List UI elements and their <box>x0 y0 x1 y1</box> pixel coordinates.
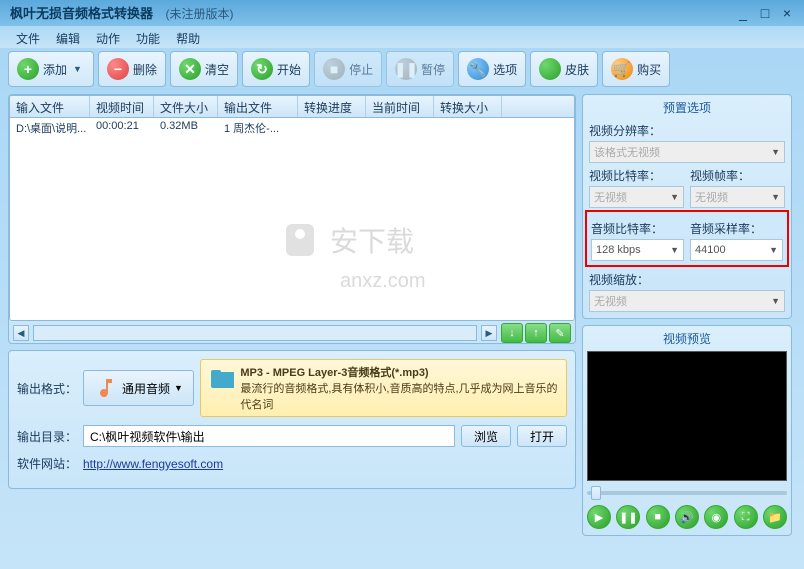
pause-play-button[interactable]: ❚❚ <box>616 505 640 529</box>
stop-button[interactable]: ■ 停止 <box>314 51 382 87</box>
th-progress[interactable]: 转换进度 <box>298 96 366 117</box>
volume-button[interactable]: 🔊 <box>675 505 699 529</box>
folder-button[interactable]: 📁 <box>763 505 787 529</box>
preset-title: 预置选项 <box>589 97 785 118</box>
output-format-button[interactable]: 通用音频 ▼ <box>83 370 194 406</box>
edit-button[interactable]: ✎ <box>549 323 571 343</box>
folder-icon <box>209 364 234 392</box>
table-row[interactable]: D:\桌面\说明... 00:00:21 0.32MB 1 周杰伦-... <box>10 118 574 136</box>
th-convsize[interactable]: 转换大小 <box>434 96 502 117</box>
menu-function[interactable]: 功能 <box>130 28 166 46</box>
video-res-label: 视频分辨率： <box>589 122 785 139</box>
th-size[interactable]: 文件大小 <box>154 96 218 117</box>
scroll-left-button[interactable]: ◀ <box>13 325 29 341</box>
output-dir-input[interactable] <box>83 425 455 447</box>
start-button[interactable]: ↻ 开始 <box>242 51 310 87</box>
skin-button[interactable]: 皮肤 <box>530 51 598 87</box>
audio-bitrate-label: 音频比特率： <box>591 220 684 237</box>
pause-button[interactable]: ❚❚ 暂停 <box>386 51 454 87</box>
chevron-down-icon: ▼ <box>771 296 780 306</box>
audio-sample-select[interactable]: 44100▼ <box>690 239 783 261</box>
browse-button[interactable]: 浏览 <box>461 425 511 447</box>
video-fps-select[interactable]: 无视频▼ <box>690 186 785 208</box>
cart-icon: 🛒 <box>611 58 633 80</box>
th-time[interactable]: 视频时间 <box>90 96 154 117</box>
minimize-button[interactable]: _ <box>736 6 750 20</box>
title-bar: 枫叶无损音频格式转换器 (未注册版本) _ □ × <box>0 0 804 26</box>
minus-icon: − <box>107 58 129 80</box>
snapshot-button[interactable]: ◉ <box>704 505 728 529</box>
video-bitrate-label: 视频比特率： <box>589 167 684 184</box>
menu-action[interactable]: 动作 <box>90 28 126 46</box>
scroll-right-button[interactable]: ▶ <box>481 325 497 341</box>
plus-icon: + <box>17 58 39 80</box>
app-title: 枫叶无损音频格式转换器 <box>10 6 153 21</box>
chevron-down-icon: ▼ <box>174 383 183 393</box>
options-button[interactable]: 🔧 选项 <box>458 51 526 87</box>
menu-bar: 文件 编辑 动作 功能 帮助 <box>0 26 804 48</box>
video-fps-label: 视频帧率： <box>690 167 785 184</box>
preview-title: 视频预览 <box>587 328 787 349</box>
pause-icon: ❚❚ <box>395 58 417 80</box>
clear-icon: ✕ <box>179 58 201 80</box>
wrench-icon: 🔧 <box>467 58 489 80</box>
chevron-down-icon: ▼ <box>670 192 679 202</box>
music-note-icon <box>94 376 118 400</box>
add-button[interactable]: + 添加 ▼ <box>8 51 94 87</box>
apple-icon <box>539 58 561 80</box>
toolbar: + 添加 ▼ − 删除 ✕ 清空 ↻ 开始 ■ 停止 ❚❚ 暂停 🔧 选项 <box>0 48 804 90</box>
scroll-track[interactable] <box>33 325 477 341</box>
video-zoom-label: 视频缩放： <box>589 271 785 288</box>
video-res-select[interactable]: 该格式无视频▼ <box>589 141 785 163</box>
output-panel: 输出格式： 通用音频 ▼ MP3 - MPEG Layer-3音频格式(*.mp… <box>8 350 576 489</box>
move-up-button[interactable]: ↑ <box>525 323 547 343</box>
close-button[interactable]: × <box>780 6 794 20</box>
video-zoom-select[interactable]: 无视频▼ <box>589 290 785 312</box>
move-down-button[interactable]: ↓ <box>501 323 523 343</box>
audio-bitrate-select[interactable]: 128 kbps▼ <box>591 239 684 261</box>
open-button[interactable]: 打开 <box>517 425 567 447</box>
menu-file[interactable]: 文件 <box>10 28 46 46</box>
maximize-button[interactable]: □ <box>758 6 772 20</box>
video-bitrate-select[interactable]: 无视频▼ <box>589 186 684 208</box>
chevron-down-icon: ▼ <box>771 192 780 202</box>
fullscreen-button[interactable]: ⛶ <box>734 505 758 529</box>
file-table: 输入文件 视频时间 文件大小 输出文件 转换进度 当前时间 转换大小 D:\桌面… <box>9 95 575 321</box>
format-description: MP3 - MPEG Layer-3音频格式(*.mp3) 最流行的音频格式,具… <box>200 359 567 417</box>
chevron-down-icon[interactable]: ▼ <box>73 64 85 74</box>
preset-panel: 预置选项 视频分辨率： 该格式无视频▼ 视频比特率： 无视频▼ <box>582 94 792 319</box>
site-label: 软件网站： <box>17 455 77 472</box>
preview-panel: 视频预览 ▶ ❚❚ ■ 🔊 ◉ ⛶ 📁 <box>582 325 792 536</box>
th-input[interactable]: 输入文件 <box>10 96 90 117</box>
th-curtime[interactable]: 当前时间 <box>366 96 434 117</box>
refresh-icon: ↻ <box>251 58 273 80</box>
chevron-down-icon: ▼ <box>769 245 778 255</box>
slider-thumb[interactable] <box>591 486 601 500</box>
chevron-down-icon: ▼ <box>670 245 679 255</box>
menu-edit[interactable]: 编辑 <box>50 28 86 46</box>
buy-button[interactable]: 🛒 购买 <box>602 51 670 87</box>
site-link[interactable]: http://www.fengyesoft.com <box>83 457 223 471</box>
video-preview <box>587 351 787 481</box>
delete-button[interactable]: − 删除 <box>98 51 166 87</box>
play-button[interactable]: ▶ <box>587 505 611 529</box>
clear-button[interactable]: ✕ 清空 <box>170 51 238 87</box>
audio-sample-label: 音频采样率： <box>690 220 783 237</box>
time-slider[interactable] <box>587 487 787 499</box>
menu-help[interactable]: 帮助 <box>170 28 206 46</box>
output-format-label: 输出格式： <box>17 380 77 397</box>
stop-play-button[interactable]: ■ <box>646 505 670 529</box>
th-output[interactable]: 输出文件 <box>218 96 298 117</box>
stop-icon: ■ <box>323 58 345 80</box>
output-dir-label: 输出目录： <box>17 428 77 445</box>
chevron-down-icon: ▼ <box>771 147 780 157</box>
highlight-box: 音频比特率： 128 kbps▼ 音频采样率： 44100▼ <box>585 210 789 267</box>
app-subtitle: (未注册版本) <box>165 7 233 21</box>
